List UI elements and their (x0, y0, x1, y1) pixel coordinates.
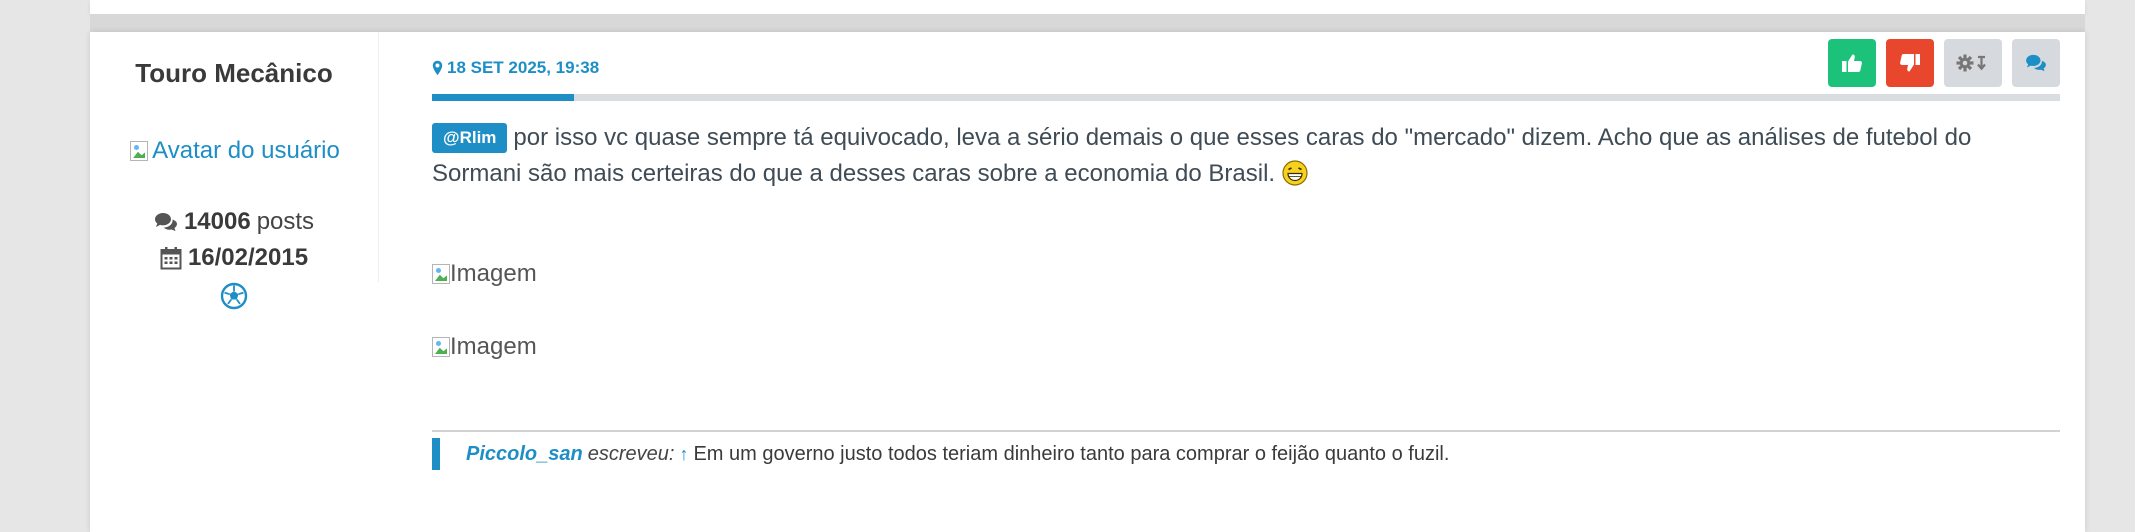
post-actions (1828, 39, 2060, 87)
post-body: 18 SET 2025, 19:38 @Rlim por isso vc qua… (432, 32, 2060, 532)
thumbs-up-icon (1842, 54, 1862, 72)
post-count-value: 14006 (183, 208, 251, 235)
reply-quote-button[interactable] (2012, 39, 2060, 87)
forum-post: Touro Mecânico Avatar do usuário 14006 p… (90, 32, 2085, 532)
dislike-button[interactable] (1886, 39, 1934, 87)
gear-dropdown-icon (1956, 54, 1986, 72)
post-count-label: posts (256, 208, 315, 235)
signature-divider (432, 430, 2060, 432)
quote-author[interactable]: Piccolo_san (466, 443, 583, 466)
like-button[interactable] (1828, 39, 1876, 87)
comments-icon (2026, 54, 2046, 72)
post-image[interactable]: Imagem (432, 260, 537, 288)
broken-image-icon (432, 337, 450, 357)
broken-image-icon (130, 141, 149, 161)
post-progress-bar (432, 94, 2060, 101)
quoted-signature: Piccolo_san escreveu: ↑ Em um governo ju… (432, 438, 2060, 470)
previous-post-edge (90, 0, 2085, 14)
comments-icon (154, 213, 177, 231)
calendar-icon (160, 247, 182, 270)
quote-wrote-label: escreveu: (587, 442, 675, 465)
map-marker-icon (432, 60, 443, 76)
author-join-date: 16/02/2015 (90, 244, 378, 272)
post-content: @Rlim por isso vc quase sempre tá equivoc… (432, 120, 2060, 192)
join-date-value: 16/02/2015 (187, 244, 309, 271)
post-text: por isso vc quase sempre tá equivocado, … (432, 124, 1972, 187)
author-username[interactable]: Touro Mecânico (90, 58, 378, 89)
post-progress-fill (432, 94, 574, 101)
laughing-emoji-icon (1282, 160, 1308, 186)
image-alt-text: Imagem (450, 333, 537, 360)
post-timestamp[interactable]: 18 SET 2025, 19:38 (432, 58, 599, 78)
broken-image-icon (432, 264, 450, 284)
image-alt-text: Imagem (450, 260, 537, 287)
author-post-count: 14006 posts (90, 208, 378, 236)
post-date-text: 18 SET 2025, 19:38 (447, 58, 600, 77)
quote-text: Em um governo justo todos teriam dinheir… (693, 442, 1450, 465)
user-mention[interactable]: @Rlim (432, 123, 508, 153)
author-profile: Touro Mecânico Avatar do usuário 14006 p… (90, 32, 379, 310)
thumbs-down-icon (1900, 54, 1920, 72)
post-image[interactable]: Imagem (432, 333, 537, 361)
arrow-up-icon[interactable]: ↑ (679, 444, 688, 465)
soccer-ball-icon[interactable] (220, 282, 248, 310)
moderation-menu-button[interactable] (1944, 39, 2002, 87)
author-avatar[interactable]: Avatar do usuário (130, 134, 340, 168)
avatar-alt-text: Avatar do usuário (152, 137, 340, 164)
post-separator (90, 14, 2085, 32)
